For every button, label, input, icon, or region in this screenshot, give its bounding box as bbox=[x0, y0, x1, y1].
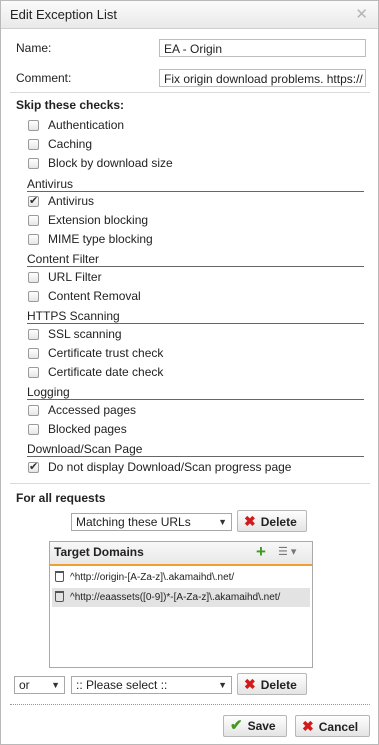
checkbox-content-removal[interactable] bbox=[28, 291, 39, 302]
footer-divider bbox=[10, 704, 370, 705]
chevron-down-icon: ▼ bbox=[218, 517, 227, 527]
close-icon[interactable]: ✕ bbox=[355, 5, 368, 23]
checkbox-label: Certificate date check bbox=[48, 365, 164, 379]
checkbox-certificate-date-check[interactable] bbox=[28, 367, 39, 378]
section-title: HTTPS Scanning bbox=[27, 309, 120, 323]
delete-condition-button-2[interactable]: ✖ Delete bbox=[237, 673, 307, 695]
list-item[interactable]: ^http://eaassets([0-9])*-[A-Za-z]\.akama… bbox=[52, 588, 310, 607]
save-label: Save bbox=[247, 719, 276, 733]
section-antivirus: Antivirus bbox=[27, 177, 364, 192]
checkbox-authentication[interactable] bbox=[28, 120, 39, 131]
logic-operator-select[interactable]: or ▼ bbox=[14, 676, 65, 694]
title-bar: Edit Exception List ✕ bbox=[1, 1, 378, 29]
condition-type-value: :: Please select :: bbox=[76, 678, 168, 692]
checkbox-antivirus[interactable] bbox=[28, 194, 39, 207]
checkbox-accessed-pages[interactable] bbox=[28, 405, 39, 416]
logic-operator-value: or bbox=[19, 678, 30, 692]
checkbox-label: SSL scanning bbox=[48, 327, 122, 341]
check-icon: ✔ bbox=[230, 717, 243, 734]
checkbox-label: Do not display Download/Scan progress pa… bbox=[48, 460, 292, 474]
domain-text: ^http://origin-[A-Za-z]\.akamaihd\.net/ bbox=[70, 572, 235, 583]
panel-header: Target Domains + ☰ ▾ bbox=[50, 542, 312, 566]
checkbox-label: Authentication bbox=[48, 118, 125, 132]
list-menu-icon[interactable]: ☰ ▾ bbox=[278, 545, 296, 558]
section-title: Antivirus bbox=[27, 177, 74, 191]
form-divider bbox=[10, 92, 370, 93]
checkbox-label: Accessed pages bbox=[48, 403, 137, 417]
checkbox-blocked-pages[interactable] bbox=[28, 424, 39, 435]
checkbox-label: Content Removal bbox=[48, 289, 141, 303]
delete-label: Delete bbox=[260, 515, 297, 529]
checkbox-caching[interactable] bbox=[28, 139, 39, 150]
for-all-requests-heading: For all requests bbox=[16, 491, 106, 505]
section-https-scanning: HTTPS Scanning bbox=[27, 309, 364, 324]
section-divider bbox=[10, 483, 370, 484]
checkbox-url-filter[interactable] bbox=[28, 272, 39, 283]
skip-checks-heading: Skip these checks: bbox=[16, 98, 125, 112]
trash-icon[interactable] bbox=[55, 571, 64, 582]
cancel-button[interactable]: ✖ Cancel bbox=[295, 715, 370, 737]
section-download-scan-page: Download/Scan Page bbox=[27, 442, 364, 457]
checkbox-extension-blocking[interactable] bbox=[28, 215, 39, 226]
section-title: Logging bbox=[27, 385, 70, 399]
checkbox-label: Block by download size bbox=[48, 156, 173, 170]
panel-title: Target Domains bbox=[54, 545, 144, 559]
delete-condition-button[interactable]: ✖ Delete bbox=[237, 510, 307, 532]
checkbox-label: URL Filter bbox=[48, 270, 102, 284]
name-input[interactable]: EA - Origin bbox=[159, 39, 366, 57]
cancel-label: Cancel bbox=[318, 720, 359, 734]
checkbox-label: Antivirus bbox=[48, 194, 95, 208]
checkbox-label: Extension blocking bbox=[48, 213, 149, 227]
checkbox-label: Caching bbox=[48, 137, 93, 151]
add-icon[interactable]: + bbox=[256, 542, 266, 562]
target-domains-panel: Target Domains + ☰ ▾ ^http://origin-[A-Z… bbox=[49, 541, 313, 668]
dialog-title: Edit Exception List bbox=[10, 7, 117, 22]
checkbox-block-by-download-size[interactable] bbox=[28, 158, 39, 169]
checkbox-do-not-display-progress[interactable] bbox=[28, 460, 39, 473]
edit-exception-dialog: Edit Exception List ✕ Name: EA - Origin … bbox=[0, 0, 379, 745]
section-title: Download/Scan Page bbox=[27, 442, 143, 456]
cancel-x-icon: ✖ bbox=[302, 718, 314, 734]
delete-x-icon: ✖ bbox=[244, 676, 256, 692]
trash-icon[interactable] bbox=[55, 591, 64, 602]
section-logging: Logging bbox=[27, 385, 364, 400]
comment-input[interactable]: Fix origin download problems. https:// bbox=[159, 69, 366, 87]
chevron-down-icon: ▼ bbox=[218, 680, 227, 690]
comment-label: Comment: bbox=[16, 71, 72, 85]
chevron-down-icon: ▼ bbox=[51, 680, 60, 690]
match-type-select[interactable]: Matching these URLs ▼ bbox=[71, 513, 232, 531]
match-type-value: Matching these URLs bbox=[76, 515, 191, 529]
name-label: Name: bbox=[16, 41, 52, 55]
domain-text: ^http://eaassets([0-9])*-[A-Za-z]\.akama… bbox=[70, 592, 281, 603]
checkbox-label: Blocked pages bbox=[48, 422, 127, 436]
delete-label: Delete bbox=[260, 678, 297, 692]
condition-type-select[interactable]: :: Please select :: ▼ bbox=[71, 676, 232, 694]
checkbox-ssl-scanning[interactable] bbox=[28, 329, 39, 340]
section-title: Content Filter bbox=[27, 252, 100, 266]
save-button[interactable]: ✔ Save bbox=[223, 715, 287, 737]
checkbox-mime-type-blocking[interactable] bbox=[28, 234, 39, 245]
delete-x-icon: ✖ bbox=[244, 513, 256, 529]
checkbox-label: Certificate trust check bbox=[48, 346, 164, 360]
checkbox-label: MIME type blocking bbox=[48, 232, 153, 246]
section-content-filter: Content Filter bbox=[27, 252, 364, 267]
list-item[interactable]: ^http://origin-[A-Za-z]\.akamaihd\.net/ bbox=[52, 568, 310, 587]
checkbox-certificate-trust-check[interactable] bbox=[28, 348, 39, 359]
